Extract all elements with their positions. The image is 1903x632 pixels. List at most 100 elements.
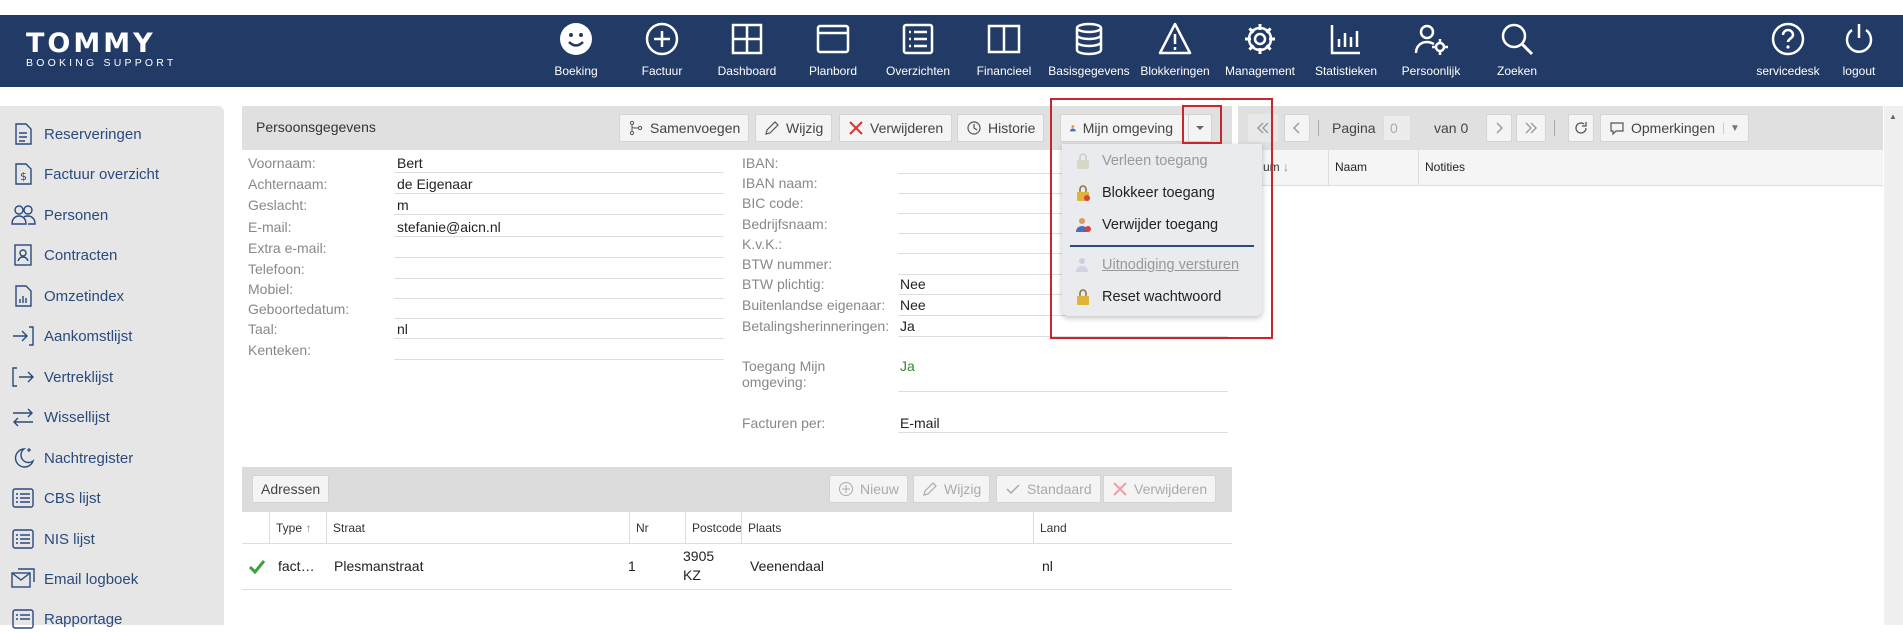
sidebar-item-nis-lijst[interactable]: NIS lijst [10, 526, 95, 552]
list-icon [902, 23, 934, 55]
merge-button[interactable]: Samenvoegen [619, 114, 750, 142]
sidebar-item-vertreklijst[interactable]: Vertreklijst [10, 364, 113, 390]
nav-label: logout [1842, 64, 1876, 78]
field-label: BIC code: [742, 195, 804, 211]
nav-label: Statistieken [1314, 64, 1378, 78]
sort-down-icon: ↓ [1283, 160, 1290, 174]
delete-address-button[interactable]: Verwijderen [1103, 475, 1217, 503]
field-value: m [397, 197, 409, 213]
sidebar-item-label: Aankomstlijst [44, 327, 133, 345]
scroll-up-icon[interactable]: ▲ [1889, 112, 1897, 121]
field-label: Kenteken: [248, 342, 312, 358]
warning-icon [1158, 22, 1192, 55]
refresh-button[interactable] [1568, 114, 1594, 142]
logo-subtitle: BOOKING SUPPORT [26, 57, 177, 69]
edit-button[interactable]: Wijzig [755, 114, 833, 142]
comment-icon [1610, 122, 1624, 136]
search-icon [1501, 23, 1534, 56]
new-address-button[interactable]: Nieuw [829, 475, 908, 503]
notities-column-header[interactable]: Notities [1418, 150, 1471, 185]
sidebar-item-personen[interactable]: Personen [10, 202, 108, 228]
logout-icon [12, 367, 34, 387]
nav-planbord[interactable]: Planbord [789, 21, 877, 83]
nav-logout[interactable]: logout [1815, 21, 1903, 83]
field-label: Buitenlandse eigenaar: [742, 297, 886, 313]
field-label: BTW nummer: [742, 256, 833, 272]
nr-column-header[interactable]: Nr [629, 512, 685, 544]
edit-address-button[interactable]: Wijzig [913, 475, 991, 503]
sidebar-item-nachtregister[interactable]: Nachtregister [10, 445, 133, 471]
field-label: E-mail: [248, 219, 292, 235]
list-box-icon [12, 609, 34, 629]
page-total: van 0 [1434, 120, 1469, 136]
opmerkingen-button[interactable]: Opmerkingen ▼ [1600, 114, 1749, 142]
plus-circle-icon [839, 482, 853, 496]
nav-boeking[interactable]: Boeking [532, 21, 620, 83]
nav-blokkeringen[interactable]: Blokkeringen [1131, 21, 1219, 83]
nav-label: Dashboard [717, 64, 777, 78]
user-gear-icon [1414, 24, 1448, 55]
board-icon [816, 24, 850, 54]
field-label: IBAN naam: [742, 175, 818, 191]
nav-management[interactable]: Management [1216, 21, 1304, 83]
nav-zoeken[interactable]: Zoeken [1473, 21, 1561, 83]
cell-postcode: 3905 [683, 548, 715, 564]
straat-column-header[interactable]: Straat [326, 512, 629, 544]
history-button[interactable]: Historie [957, 114, 1045, 142]
sidebar-item-label: Reserveringen [44, 125, 142, 143]
sidebar-item-email-logboek[interactable]: Email logboek [10, 566, 138, 592]
table-row[interactable]: fact… Plesmanstraat 1 3905 KZ Veenendaal… [242, 544, 1232, 590]
chevron-left-icon [1293, 122, 1300, 134]
adressen-tab[interactable]: Adressen [252, 475, 330, 503]
last-page-button[interactable] [1516, 114, 1546, 142]
nav-persoonlijk[interactable]: Persoonlijk [1387, 21, 1475, 83]
field-label: Mobiel: [248, 281, 294, 297]
default-address-button[interactable]: Standaard [996, 475, 1101, 503]
sidebar-item-cbs-lijst[interactable]: CBS lijst [10, 485, 101, 511]
field-label: IBAN: [742, 155, 779, 171]
type-column-header[interactable]: Type ↑ [269, 512, 326, 544]
sidebar-item-reserveringen[interactable]: Reserveringen [10, 121, 142, 147]
sidebar-item-factuur-overzicht[interactable]: $ Factuur overzicht [10, 161, 159, 187]
sidebar-item-label: Omzetindex [44, 287, 125, 305]
page-input[interactable]: 0 [1383, 115, 1411, 141]
next-page-button[interactable] [1486, 114, 1512, 142]
nav-statistieken[interactable]: Statistieken [1302, 21, 1390, 83]
facturen-value: E-mail [900, 415, 940, 431]
sidebar-item-rapportage[interactable]: Rapportage [10, 606, 122, 632]
field-underline [394, 236, 724, 237]
nav-label: Blokkeringen [1140, 64, 1210, 78]
sidebar-item-wissellijst[interactable]: Wissellijst [10, 404, 110, 430]
sidebar-item-aankomstlijst[interactable]: Aankomstlijst [10, 323, 132, 349]
nav-basisgegevens[interactable]: Basisgegevens [1045, 21, 1133, 83]
sidebar-item-label: NIS lijst [44, 530, 95, 548]
plus-circle-icon [645, 22, 679, 56]
land-column-header[interactable]: Land [1033, 512, 1232, 544]
field-value: stefanie@aicn.nl [397, 219, 501, 235]
sidebar-item-contracten[interactable]: Contracten [10, 242, 117, 268]
email-icon [11, 568, 35, 588]
plaats-column-header[interactable]: Plaats [741, 512, 1033, 544]
close-icon [849, 121, 863, 135]
edit-label: Wijzig [944, 481, 982, 497]
nav-dashboard[interactable]: Dashboard [703, 21, 791, 83]
sidebar-item-label: Wissellijst [44, 408, 110, 426]
field-value: Nee [900, 297, 926, 313]
naam-column-header[interactable]: Naam [1328, 150, 1373, 185]
tommy-logo[interactable]: TOMMY BOOKING SUPPORT [26, 30, 211, 69]
panel-title: Persoonsgegevens [256, 119, 376, 135]
help-icon [1771, 22, 1805, 56]
postcode-column-header[interactable]: Postcode [685, 512, 742, 544]
field-underline [394, 257, 724, 258]
history-label: Historie [988, 120, 1036, 136]
nav-overzichten[interactable]: Overzichten [874, 21, 962, 83]
field-label: Geboortedatum: [248, 301, 350, 317]
delete-label: Verwijderen [870, 120, 944, 136]
nav-financieel[interactable]: Financieel [960, 21, 1048, 83]
delete-button[interactable]: Verwijderen [839, 114, 953, 142]
prev-page-button[interactable] [1284, 114, 1310, 142]
sidebar-item-omzetindex[interactable]: Omzetindex [10, 283, 124, 309]
sort-up-icon: ↑ [305, 521, 312, 535]
vertical-scrollbar[interactable]: ▲ [1884, 106, 1903, 625]
nav-factuur[interactable]: Factuur [618, 21, 706, 83]
